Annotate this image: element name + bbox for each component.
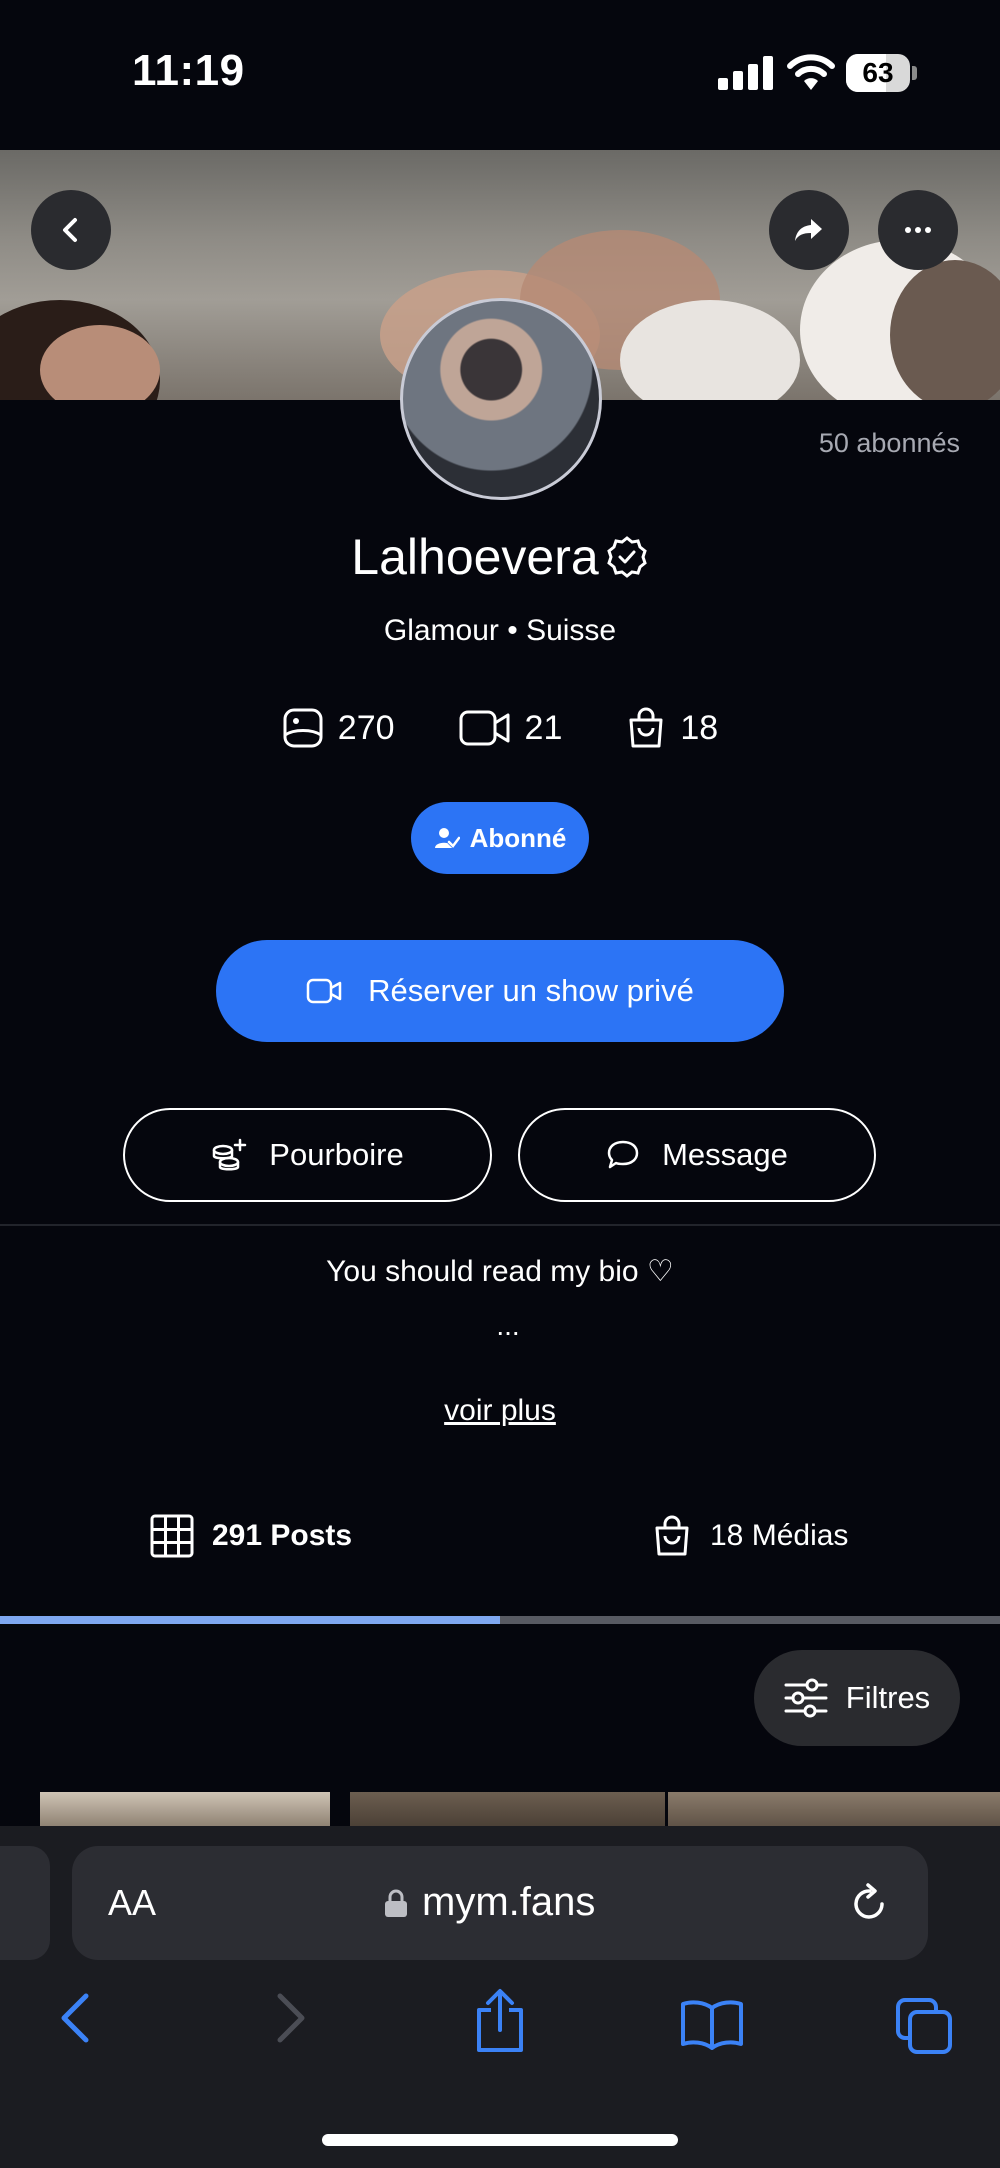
sliders-icon xyxy=(784,1678,828,1718)
profile-stats: 270 21 18 xyxy=(0,706,1000,750)
photos-count: 270 xyxy=(337,708,395,747)
status-time: 11:19 xyxy=(132,46,245,95)
profile-name: Lalhoevera xyxy=(351,529,599,585)
post-thumbnail[interactable] xyxy=(40,1792,330,1828)
stat-shop: 18 xyxy=(626,706,718,750)
stat-photos: 270 xyxy=(282,706,395,750)
post-thumbnail[interactable] xyxy=(668,1792,1000,1828)
video-camera-icon xyxy=(306,978,342,1004)
share-arrow-icon xyxy=(795,219,822,241)
previous-tab-peek[interactable] xyxy=(0,1846,50,1960)
cellular-signal-icon xyxy=(718,56,773,90)
tabs-icon[interactable] xyxy=(894,1996,954,2056)
posts-label: Posts xyxy=(270,1519,353,1552)
bio-ellipsis: ... xyxy=(496,1310,520,1341)
subscribers-count: 50 abonnés xyxy=(818,428,960,458)
wifi-icon xyxy=(787,54,835,90)
tab-posts[interactable]: 291 Posts xyxy=(150,1514,352,1558)
user-check-icon xyxy=(434,828,460,850)
battery-level: 63 xyxy=(862,57,894,88)
book-private-show-button[interactable]: Réserver un show privé xyxy=(216,940,784,1042)
shopping-bag-icon xyxy=(655,1515,689,1556)
forward-arrow-icon[interactable] xyxy=(274,1990,308,2046)
video-icon xyxy=(459,710,510,746)
divider xyxy=(0,1224,1000,1226)
message-button[interactable]: Message xyxy=(518,1108,876,1202)
bio-text: You should read my bio ♡ xyxy=(326,1255,674,1288)
home-indicator xyxy=(322,2134,678,2146)
profile-name-row: Lalhoevera xyxy=(0,528,1000,586)
book-private-show-label: Réserver un show privé xyxy=(368,973,694,1008)
more-icon xyxy=(905,227,931,233)
post-thumbnail[interactable] xyxy=(350,1792,665,1828)
grid-icon xyxy=(150,1514,194,1558)
verified-badge-icon xyxy=(606,536,647,578)
filters-label: Filtres xyxy=(845,1680,931,1715)
videos-count: 21 xyxy=(524,708,563,747)
battery-icon: 63 xyxy=(846,54,918,92)
coins-icon xyxy=(213,1138,247,1171)
back-arrow-icon[interactable] xyxy=(58,1990,92,2046)
posts-count: 291 xyxy=(212,1519,263,1552)
photo-icon xyxy=(283,708,323,748)
url-display[interactable]: mym.fans xyxy=(384,1880,595,1925)
subscribed-button[interactable]: Abonné xyxy=(411,802,589,874)
message-label: Message xyxy=(662,1137,788,1172)
avatar[interactable] xyxy=(400,298,602,500)
shopping-bag-icon xyxy=(629,707,663,748)
back-button[interactable] xyxy=(31,190,111,270)
url-domain: mym.fans xyxy=(422,1880,596,1924)
tab-medias[interactable]: 18 Médias xyxy=(652,1514,848,1558)
reload-icon[interactable] xyxy=(848,1882,892,1926)
medias-label: 18 Médias xyxy=(710,1519,849,1552)
shop-count: 18 xyxy=(680,708,719,747)
subscribed-label: Abonné xyxy=(469,822,567,853)
lock-icon xyxy=(385,1889,407,1917)
more-options-button[interactable] xyxy=(878,190,958,270)
text-size-button[interactable]: AA xyxy=(108,1882,156,1924)
bookmarks-icon[interactable] xyxy=(680,1998,744,2050)
share-profile-button[interactable] xyxy=(769,190,849,270)
stat-videos: 21 xyxy=(459,706,563,750)
filters-button[interactable]: Filtres xyxy=(754,1650,960,1746)
share-icon[interactable] xyxy=(473,1988,527,2054)
tab-active-indicator xyxy=(0,1616,500,1624)
chevron-left-icon xyxy=(63,218,77,242)
profile-subtitle: Glamour • Suisse xyxy=(383,614,617,647)
chat-bubble-icon xyxy=(607,1140,639,1169)
tip-label: Pourboire xyxy=(269,1137,404,1172)
tip-button[interactable]: Pourboire xyxy=(123,1108,492,1202)
see-more-link[interactable]: voir plus xyxy=(0,1394,1000,1428)
